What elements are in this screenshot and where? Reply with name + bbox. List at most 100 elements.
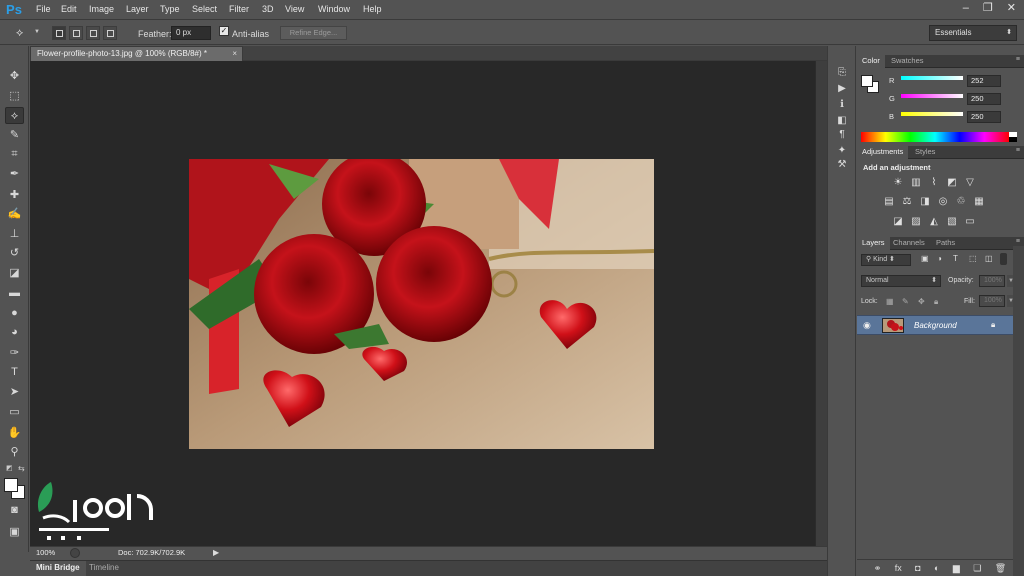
channel-mixer-icon[interactable]: ♲ <box>954 196 968 208</box>
blend-mode-select[interactable]: Normal ⬍ <box>861 275 941 287</box>
minimize-icon[interactable]: – <box>963 2 969 16</box>
menu-image[interactable]: Image <box>89 4 114 14</box>
eraser-tool-icon[interactable]: ◪ <box>5 265 24 282</box>
menu-select[interactable]: Select <box>192 4 217 14</box>
color-spectrum-bar[interactable] <box>861 132 1009 142</box>
polygonal-lasso-preset-icon[interactable]: ⟡ <box>16 25 32 41</box>
lock-transparent-icon[interactable]: ▦ <box>886 297 894 306</box>
quick-mask-icon[interactable]: ◙ <box>5 502 24 519</box>
restore-icon[interactable]: ❐ <box>983 2 993 16</box>
menu-layer[interactable]: Layer <box>126 4 149 14</box>
zoom-field[interactable]: 100% <box>36 548 64 558</box>
foreground-color-swatch[interactable] <box>4 478 18 492</box>
tab-mini-bridge[interactable]: Mini Bridge <box>30 561 86 576</box>
visibility-eye-icon[interactable]: ◉ <box>863 320 871 331</box>
status-globe-icon[interactable] <box>70 548 80 558</box>
canvas-vertical-scrollbar[interactable] <box>815 61 827 546</box>
tool-presets-icon[interactable]: ⚒ <box>834 158 850 172</box>
opacity-field[interactable]: 100% <box>979 275 1005 287</box>
intersect-selection-button[interactable] <box>103 26 117 40</box>
brush-presets-icon[interactable]: ✦ <box>834 144 850 158</box>
selective-color-icon[interactable]: ▧ <box>945 216 959 228</box>
link-layers-icon[interactable]: ⚭ <box>874 563 882 574</box>
move-tool-icon[interactable]: ✥ <box>5 68 24 85</box>
eyedropper-tool-icon[interactable]: ✒ <box>5 166 24 183</box>
menu-type[interactable]: Type <box>160 4 180 14</box>
tab-layers[interactable]: Layers <box>857 237 890 250</box>
tab-swatches[interactable]: Swatches <box>886 55 929 68</box>
black-white-icon[interactable]: ◨ <box>918 196 932 208</box>
filter-pixel-icon[interactable]: ▣ <box>921 254 929 263</box>
properties-icon[interactable]: ℹ <box>834 98 850 112</box>
filter-adjustment-icon[interactable]: ◑ <box>937 254 942 263</box>
new-group-icon[interactable]: ▆ <box>953 563 960 574</box>
menu-filter[interactable]: Filter <box>229 4 249 14</box>
lasso-tool-icon[interactable]: ⟡ <box>5 107 24 124</box>
blue-value[interactable]: 250 <box>967 111 1001 123</box>
red-value[interactable]: 252 <box>967 75 1001 87</box>
antialias-checkbox[interactable]: ✓ <box>219 26 229 36</box>
default-colors-icon[interactable]: ◩ <box>6 464 13 472</box>
curves-icon[interactable]: ⌇ <box>927 177 941 189</box>
history-brush-tool-icon[interactable]: ↺ <box>5 245 24 262</box>
tab-timeline[interactable]: Timeline <box>83 561 125 576</box>
blur-tool-icon[interactable]: ● <box>5 305 24 322</box>
menu-window[interactable]: Window <box>318 4 350 14</box>
workspace-select[interactable]: Essentials ⬍ <box>929 25 1017 41</box>
refine-edge-button[interactable]: Refine Edge... <box>280 26 347 40</box>
fill-field[interactable]: 100% <box>979 295 1005 307</box>
green-slider[interactable] <box>901 94 963 98</box>
layer-row[interactable]: ◉ Background 🔒︎ <box>857 315 1013 335</box>
history-icon[interactable]: ⎘ <box>834 66 850 80</box>
panel-menu-icon[interactable]: ≡ <box>1016 238 1020 245</box>
path-selection-tool-icon[interactable]: ➤ <box>5 384 24 401</box>
lock-pixels-icon[interactable]: ✎ <box>902 297 909 306</box>
add-to-selection-button[interactable] <box>69 26 83 40</box>
lock-position-icon[interactable]: ✥ <box>918 297 925 306</box>
screen-mode-icon[interactable]: ▣ <box>5 524 24 541</box>
info-icon[interactable]: ◧ <box>834 114 850 128</box>
zoom-tool-icon[interactable]: ⚲ <box>5 444 24 461</box>
green-value[interactable]: 250 <box>967 93 1001 105</box>
menu-help[interactable]: Help <box>363 4 382 14</box>
filter-smart-object-icon[interactable]: ◫ <box>985 254 993 263</box>
photo-filter-icon[interactable]: ◎ <box>936 196 950 208</box>
tab-channels[interactable]: Channels <box>888 237 930 250</box>
pen-tool-icon[interactable]: ✑ <box>5 345 24 362</box>
red-slider[interactable] <box>901 76 963 80</box>
layer-name[interactable]: Background <box>914 321 957 330</box>
gradient-tool-icon[interactable]: ▬ <box>5 285 24 302</box>
marquee-tool-icon[interactable]: ⬚ <box>5 88 24 105</box>
document-tab[interactable]: Flower-profile-photo-13.jpg @ 100% (RGB/… <box>30 46 243 61</box>
layer-style-icon[interactable]: fx <box>895 563 902 573</box>
panel-menu-icon[interactable]: ≡ <box>1016 56 1020 63</box>
add-mask-icon[interactable]: ◘ <box>915 563 920 573</box>
layers-scrollbar[interactable] <box>1013 246 1024 576</box>
chevron-down-icon[interactable]: ▼ <box>34 29 40 35</box>
posterize-icon[interactable]: ▨ <box>909 216 923 228</box>
feather-input[interactable]: 0 px <box>171 26 211 40</box>
status-menu-arrow-icon[interactable]: ▶ <box>213 548 219 557</box>
close-document-icon[interactable]: × <box>232 47 237 61</box>
color-foreground-swatch[interactable] <box>861 75 873 87</box>
brush-tool-icon[interactable]: ✍ <box>5 206 24 223</box>
panel-menu-icon[interactable]: ≡ <box>1016 147 1020 154</box>
dodge-tool-icon[interactable]: ◕ <box>5 324 24 341</box>
swap-colors-icon[interactable]: ⇆ <box>18 464 25 473</box>
filter-type-icon[interactable]: T <box>953 254 958 263</box>
tab-styles[interactable]: Styles <box>910 146 940 159</box>
color-lookup-icon[interactable]: ▦ <box>972 196 986 208</box>
levels-icon[interactable]: ▥ <box>909 177 923 189</box>
close-icon[interactable]: ✕ <box>1007 2 1016 16</box>
tab-color[interactable]: Color <box>857 55 885 68</box>
shape-tool-icon[interactable]: ▭ <box>5 404 24 421</box>
tab-paths[interactable]: Paths <box>931 237 960 250</box>
menu-3d[interactable]: 3D <box>262 4 274 14</box>
black-white-swatch[interactable] <box>1009 132 1017 142</box>
lock-all-icon[interactable]: 🔒︎ <box>934 297 938 307</box>
exposure-icon[interactable]: ◩ <box>945 177 959 189</box>
menu-view[interactable]: View <box>285 4 304 14</box>
new-selection-button[interactable] <box>52 26 66 40</box>
new-adjustment-layer-icon[interactable]: ◐ <box>934 563 939 573</box>
threshold-icon[interactable]: ◭ <box>927 216 941 228</box>
